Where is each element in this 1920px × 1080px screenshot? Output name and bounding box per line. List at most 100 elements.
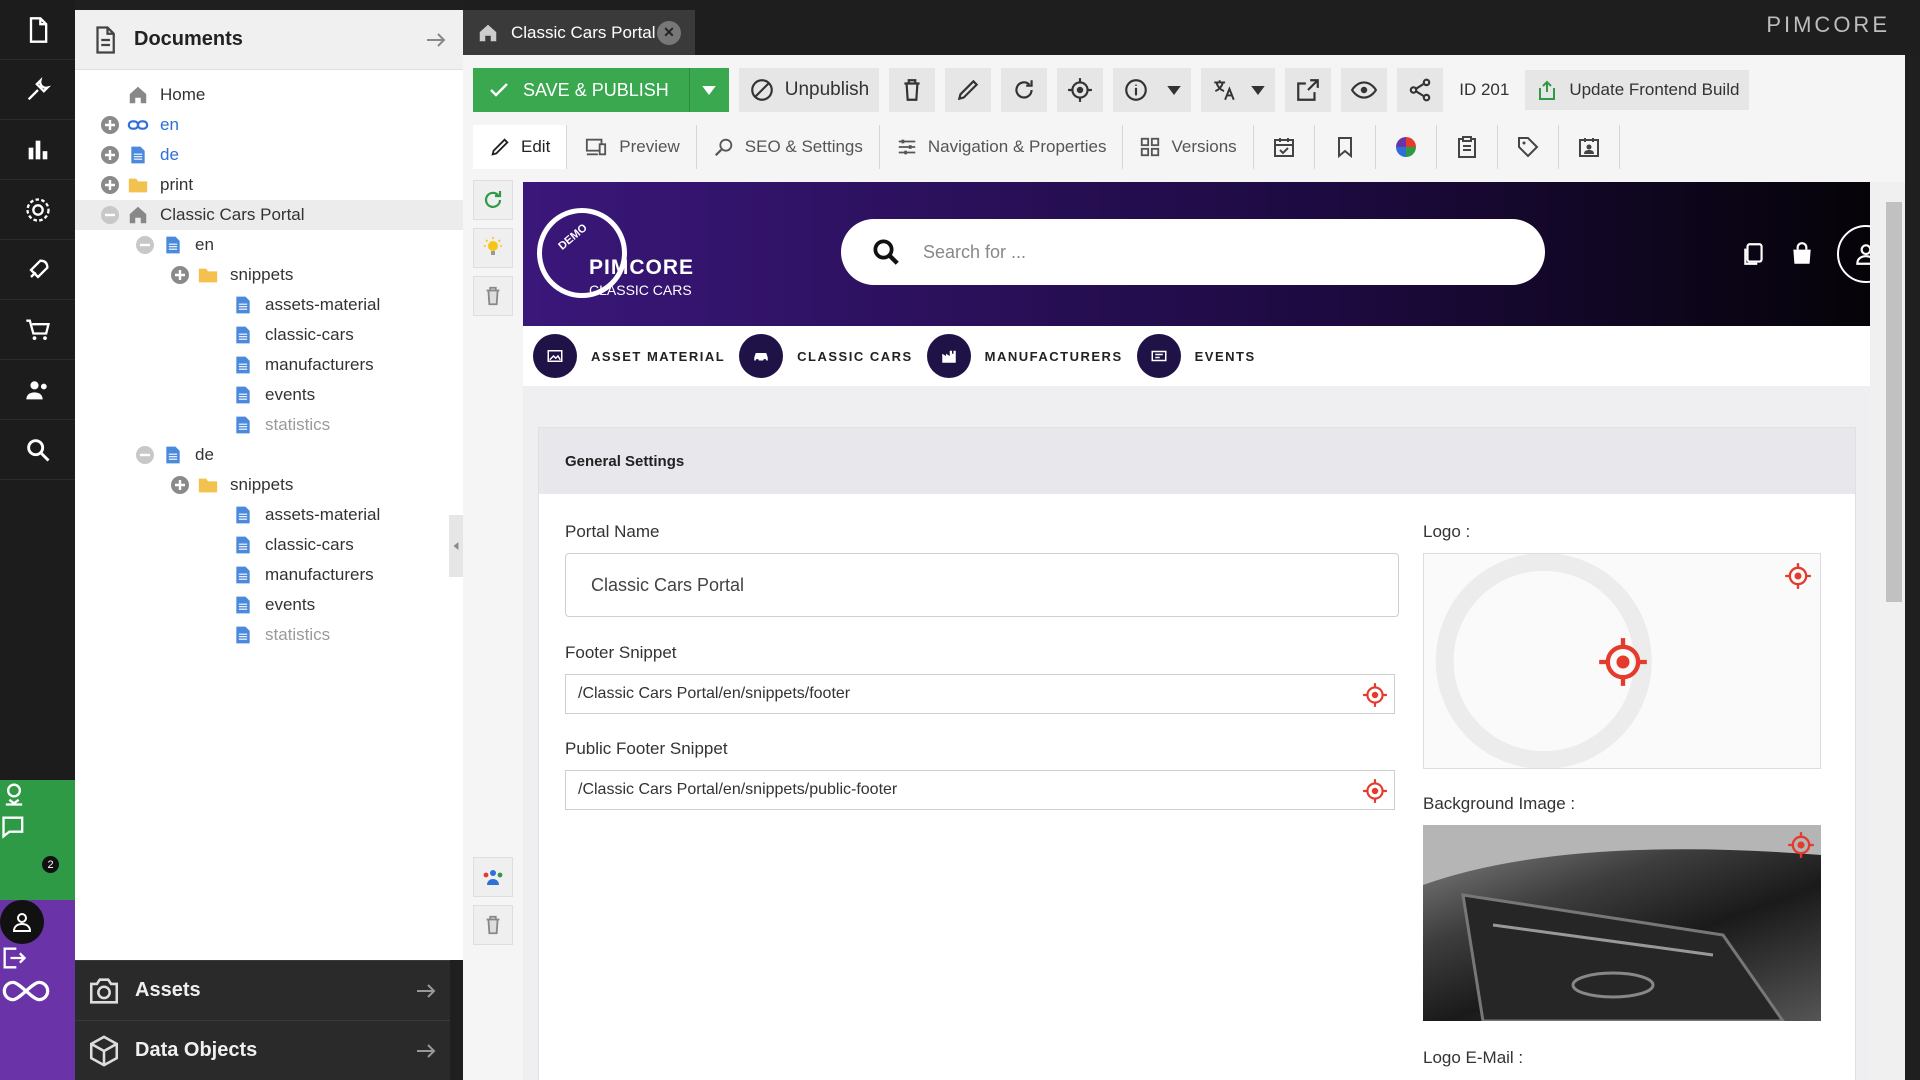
site-account-button[interactable] <box>1837 225 1870 283</box>
data-objects-accordion[interactable]: Data Objects <box>75 1020 450 1080</box>
tree-item[interactable]: assets-material <box>75 500 463 530</box>
arrow-right-icon[interactable] <box>414 979 438 1003</box>
tree-item[interactable]: print <box>75 170 463 200</box>
delete-sidebar-button[interactable] <box>473 905 513 945</box>
tree-item[interactable]: de <box>75 440 463 470</box>
tree-item[interactable]: en <box>75 110 463 140</box>
rail-users[interactable] <box>0 360 75 420</box>
tab-preview[interactable]: Preview <box>567 125 697 169</box>
nav-asset-material[interactable]: ASSET MATERIAL <box>533 334 725 378</box>
rail-profile[interactable] <box>0 900 75 944</box>
rail-notifications[interactable] <box>0 813 75 846</box>
expand-icon[interactable] <box>170 265 190 285</box>
target-icon[interactable] <box>1784 562 1812 595</box>
shopping-bag-icon[interactable] <box>1789 240 1815 268</box>
tree-item[interactable]: statistics <box>75 620 463 650</box>
caret-down-icon[interactable] <box>1167 85 1181 95</box>
update-frontend-build-button[interactable]: Update Frontend Build <box>1525 70 1750 110</box>
tree-header[interactable]: Documents <box>75 10 463 70</box>
save-publish-button[interactable]: SAVE & PUBLISH <box>473 68 729 112</box>
rail-ecommerce[interactable] <box>0 300 75 360</box>
tree-item[interactable]: classic-cars <box>75 530 463 560</box>
target-icon[interactable] <box>1362 682 1388 713</box>
rail-tour[interactable] <box>0 780 75 813</box>
rail-logout[interactable] <box>0 944 75 977</box>
close-icon[interactable]: ✕ <box>657 20 681 45</box>
logo-image-dropzone[interactable] <box>1423 553 1821 769</box>
collapse-icon[interactable] <box>135 445 155 465</box>
tab-schedule[interactable] <box>1254 125 1315 169</box>
tab-navigation-properties[interactable]: Navigation & Properties <box>880 125 1124 169</box>
rename-button[interactable] <box>945 68 992 112</box>
rail-documents[interactable] <box>0 0 75 60</box>
tree-item[interactable]: snippets <box>75 470 463 500</box>
rail-pimcore-logo[interactable] <box>0 977 75 1010</box>
reload-editables-button[interactable] <box>473 180 513 220</box>
tree-item[interactable]: en <box>75 230 463 260</box>
public-footer-field[interactable]: /Classic Cars Portal/en/snippets/public-… <box>565 770 1395 810</box>
tab-seo-settings[interactable]: SEO & Settings <box>697 125 880 169</box>
tab-dependencies[interactable] <box>1376 125 1437 169</box>
scrollbar-thumb[interactable] <box>1886 202 1902 602</box>
tab-edit[interactable]: Edit <box>473 125 568 169</box>
compare-icon[interactable] <box>1741 240 1767 268</box>
tab-classic-cars-portal[interactable]: Classic Cars Portal ✕ <box>463 10 695 55</box>
caret-down-icon[interactable] <box>1251 85 1265 95</box>
tree-item[interactable]: Home <box>75 80 463 110</box>
arrow-right-icon[interactable] <box>414 1039 438 1063</box>
open-in-new-window-button[interactable] <box>1285 68 1332 112</box>
translate-button[interactable] <box>1201 68 1276 112</box>
tab-tags[interactable] <box>1498 125 1559 169</box>
rail-reports[interactable] <box>0 120 75 180</box>
tree-item[interactable]: statistics <box>75 410 463 440</box>
save-options-dropdown[interactable] <box>688 68 729 112</box>
target-icon[interactable] <box>1787 831 1815 864</box>
rail-settings[interactable] <box>0 180 75 240</box>
arrow-right-icon[interactable] <box>424 28 448 52</box>
collapse-icon[interactable] <box>135 235 155 255</box>
reload-button[interactable] <box>1001 68 1048 112</box>
tree-item[interactable]: events <box>75 380 463 410</box>
expand-icon[interactable] <box>100 145 120 165</box>
delete-button[interactable] <box>889 68 936 112</box>
share-button[interactable] <box>1397 68 1444 112</box>
locate-in-tree-button[interactable] <box>1057 68 1104 112</box>
tab-versions[interactable]: Versions <box>1123 125 1254 169</box>
tree-item[interactable]: de <box>75 140 463 170</box>
tree-item[interactable]: Classic Cars Portal <box>75 200 463 230</box>
user-groups-button[interactable] <box>473 857 513 897</box>
nav-events[interactable]: EVENTS <box>1136 334 1256 378</box>
tree-item[interactable]: snippets <box>75 260 463 290</box>
info-button[interactable] <box>1113 68 1192 112</box>
page-scrollbar[interactable] <box>1870 182 1905 1080</box>
rail-marketing[interactable] <box>0 240 75 300</box>
rail-search[interactable] <box>0 420 75 480</box>
target-icon[interactable] <box>1362 778 1388 809</box>
tree-item[interactable]: assets-material <box>75 290 463 320</box>
site-search-box[interactable]: Search for ... <box>841 219 1545 285</box>
portal-name-input[interactable]: Classic Cars Portal <box>565 553 1399 617</box>
unpublish-button[interactable]: Unpublish <box>738 68 880 112</box>
collapse-icon[interactable] <box>100 205 120 225</box>
preview-button[interactable] <box>1341 68 1388 112</box>
expand-icon[interactable] <box>100 175 120 195</box>
tree-item[interactable]: manufacturers <box>75 560 463 590</box>
save-publish-main[interactable]: SAVE & PUBLISH <box>473 68 689 112</box>
target-icon[interactable] <box>1597 636 1649 693</box>
expand-icon[interactable] <box>170 475 190 495</box>
highlight-editables-button[interactable] <box>473 228 513 268</box>
rail-tools[interactable] <box>0 60 75 120</box>
tab-bookmark[interactable] <box>1315 125 1376 169</box>
nav-classic-cars[interactable]: CLASSIC CARS <box>739 334 913 378</box>
clear-editables-button[interactable] <box>473 276 513 316</box>
nav-manufacturers[interactable]: MANUFACTURERS <box>926 334 1123 378</box>
tree-item[interactable]: classic-cars <box>75 320 463 350</box>
tab-workflow[interactable] <box>1559 125 1620 169</box>
background-image-dropzone[interactable] <box>1423 825 1821 1021</box>
tree-item[interactable]: events <box>75 590 463 620</box>
assets-accordion[interactable]: Assets <box>75 960 450 1020</box>
tab-notes[interactable] <box>1437 125 1498 169</box>
tree-collapse-handle[interactable] <box>449 515 463 577</box>
expand-icon[interactable] <box>100 115 120 135</box>
footer-snippet-field[interactable]: /Classic Cars Portal/en/snippets/footer <box>565 674 1395 714</box>
